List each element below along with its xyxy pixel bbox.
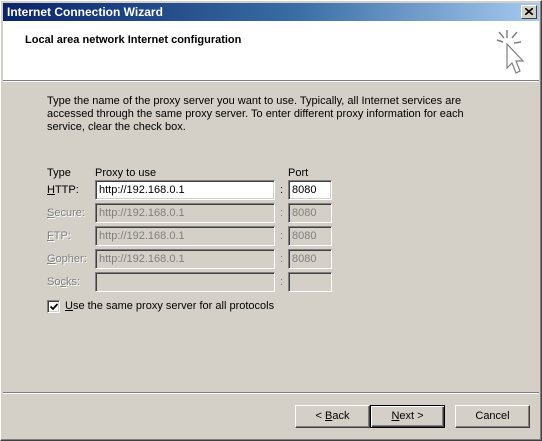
- column-header-proxy: Proxy to use: [95, 167, 157, 179]
- wizard-cursor-icon: [496, 30, 525, 74]
- secure-label: Secure:: [47, 207, 85, 219]
- header-separator: [3, 80, 539, 82]
- column-header-type: Type: [47, 167, 71, 179]
- gopher-colon: :: [280, 253, 284, 265]
- ftp-colon: :: [280, 230, 284, 242]
- window-title: Internet Connection Wizard: [7, 5, 163, 19]
- socks-port-input[interactable]: [288, 272, 332, 292]
- same-proxy-checkbox[interactable]: [47, 300, 60, 313]
- page-heading: Local area network Internet configuratio…: [25, 34, 242, 46]
- close-button[interactable]: [521, 5, 537, 19]
- back-button[interactable]: < Back: [295, 405, 370, 428]
- same-proxy-label: Use the same proxy server for all protoc…: [65, 300, 275, 312]
- ftp-proxy-input[interactable]: http://192.168.0.1: [95, 226, 275, 246]
- next-button[interactable]: Next >: [370, 405, 445, 428]
- socks-proxy-input[interactable]: [95, 272, 275, 292]
- checkmark-icon: [50, 303, 58, 311]
- ftp-label: FTP:: [47, 230, 71, 242]
- cancel-button[interactable]: Cancel: [455, 405, 530, 428]
- title-bar[interactable]: Internet Connection Wizard: [3, 3, 539, 21]
- instructions-text: Type the name of the proxy server you wa…: [47, 95, 464, 133]
- secure-colon: :: [280, 207, 284, 219]
- socks-label: Socks:: [47, 276, 81, 288]
- socks-colon: :: [280, 276, 284, 288]
- wizard-header: Local area network Internet configuratio…: [3, 21, 539, 80]
- wizard-window: Internet Connection Wizard Local area ne…: [0, 0, 542, 441]
- http-colon: :: [280, 184, 284, 196]
- gopher-proxy-input[interactable]: http://192.168.0.1: [95, 249, 275, 269]
- http-proxy-input[interactable]: http://192.168.0.1: [95, 180, 275, 200]
- secure-proxy-input[interactable]: http://192.168.0.1: [95, 203, 275, 223]
- ftp-port-input[interactable]: 8080: [288, 226, 332, 246]
- gopher-label: Gopher:: [47, 253, 87, 265]
- close-icon: [525, 8, 533, 15]
- http-port-input[interactable]: 8080: [288, 180, 332, 200]
- column-header-port: Port: [288, 167, 309, 179]
- http-label: HTTP:: [47, 184, 79, 196]
- footer-separator: [3, 392, 539, 394]
- secure-port-input[interactable]: 8080: [288, 203, 332, 223]
- gopher-port-input[interactable]: 8080: [288, 249, 332, 269]
